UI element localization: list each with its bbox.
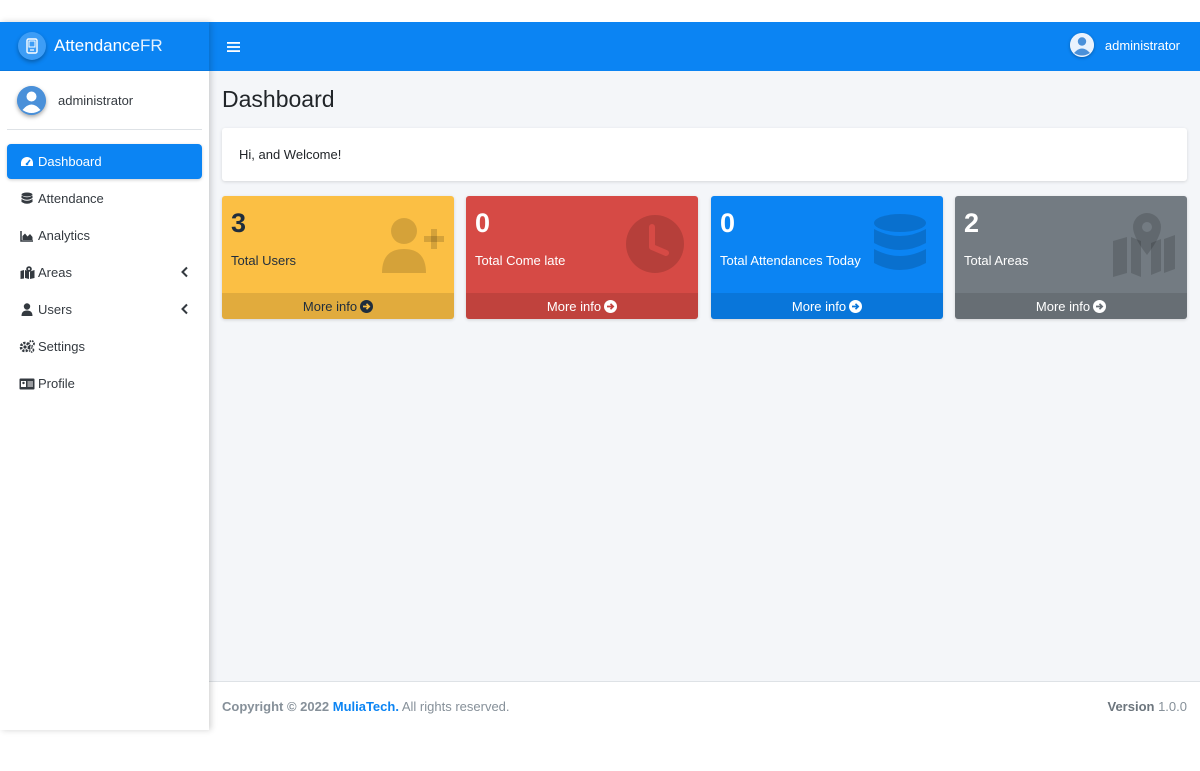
main-footer: Copyright © 2022 MuliaTech. All rights r… [209,681,1200,730]
stat-box-total-areas: 2 Total Areas More info [955,196,1187,319]
sidebar-item-settings[interactable]: Settings [7,329,202,364]
user-avatar-icon [1069,33,1094,57]
sidebar-item-label: Users [38,302,72,317]
id-card-icon [19,377,35,391]
more-info-label: More info [791,298,847,314]
sidebar-item-label: Analytics [38,228,91,243]
brand-logo-icon [18,32,46,60]
stat-value: 0 [475,208,491,238]
brand-name: AttendanceFR [54,36,163,56]
stat-box-total-users: 3 Total Users More info [222,196,454,319]
more-info-link[interactable]: More info [955,293,1187,319]
sidebar-user-panel[interactable]: administrator [7,71,202,130]
stat-label: Total Areas [964,253,1029,268]
stat-box-total-attendances-today: 0 Total Attendances Today More info [711,196,943,319]
welcome-card: Hi, and Welcome! [222,128,1187,181]
more-info-link[interactable]: More info [466,293,698,319]
app-window: AttendanceFR administrator Dashboard Att… [0,22,1200,730]
stat-value: 2 [964,208,980,238]
more-info-label: More info [302,298,358,314]
bars-icon[interactable] [227,38,240,56]
sidebar-item-profile[interactable]: Profile [7,366,202,401]
brand-link[interactable]: AttendanceFR [0,22,209,71]
top-user-name: administrator [1104,37,1180,53]
page-title: Dashboard [222,86,335,112]
arrow-circle-right-icon [604,299,618,313]
company-link[interactable]: MuliaTech. [333,699,399,714]
brand-name-bold: Attendance [54,36,141,55]
database-icon [867,211,933,277]
main-sidebar: AttendanceFR administrator Dashboard Att… [0,22,209,730]
tachometer-icon [19,155,35,169]
user-plus-icon [378,211,444,277]
map-marked-icon [19,266,35,280]
cogs-icon [19,340,35,354]
welcome-text: Hi, and Welcome! [239,147,342,162]
chevron-left-icon[interactable] [180,303,190,315]
user-icon [19,303,35,317]
sidebar-item-analytics[interactable]: Analytics [7,218,202,253]
version-value: 1.0.0 [1158,698,1187,714]
brand-name-light: FR [140,36,163,55]
sidebar-item-label: Settings [38,339,85,354]
arrow-circle-right-icon [360,299,374,313]
database-icon [19,192,35,206]
chevron-left-icon[interactable] [180,266,190,278]
sidebar-item-label: Attendance [38,191,104,206]
stat-box-total-come-late: 0 Total Come late More info [466,196,698,319]
more-info-label: More info [546,298,602,314]
sidebar-item-label: Profile [38,376,75,391]
stat-value: 3 [231,208,247,238]
more-info-link[interactable]: More info [711,293,943,319]
top-user-menu[interactable]: administrator [1069,33,1180,57]
version-label: Version [1107,698,1155,714]
arrow-circle-right-icon [1093,299,1107,313]
content-wrapper: Dashboard Hi, and Welcome! 3 Total Users… [209,71,1200,681]
sidebar-item-areas[interactable]: Areas [7,255,202,290]
more-info-label: More info [1035,298,1091,314]
arrow-circle-right-icon [849,299,863,313]
stat-label: Total Attendances Today [720,253,861,268]
rights-text: All rights reserved. [401,698,510,714]
more-info-link[interactable]: More info [222,293,454,319]
clock-icon [622,211,688,277]
sidebar-nav: Dashboard Attendance Analytics Areas Use… [0,144,209,401]
user-avatar-icon [17,85,46,115]
stat-label: Total Users [231,253,297,268]
sidebar-item-attendance[interactable]: Attendance [7,181,202,216]
sidebar-item-label: Areas [38,265,72,280]
stat-value: 0 [720,208,736,238]
sidebar-item-label: Dashboard [38,154,102,169]
chart-area-icon [19,229,35,243]
stat-label: Total Come late [475,253,566,268]
map-marked-icon [1111,211,1177,277]
sidebar-item-dashboard[interactable]: Dashboard [7,144,202,179]
copyright-text: Copyright © 2022 MuliaTech. All rights r… [222,699,510,714]
top-navbar: administrator [209,22,1200,71]
sidebar-user-name: administrator [58,92,134,108]
version-info: Version 1.0.0 [1107,699,1187,714]
sidebar-item-users[interactable]: Users [7,292,202,327]
copyright-label: Copyright © 2022 [222,698,330,714]
